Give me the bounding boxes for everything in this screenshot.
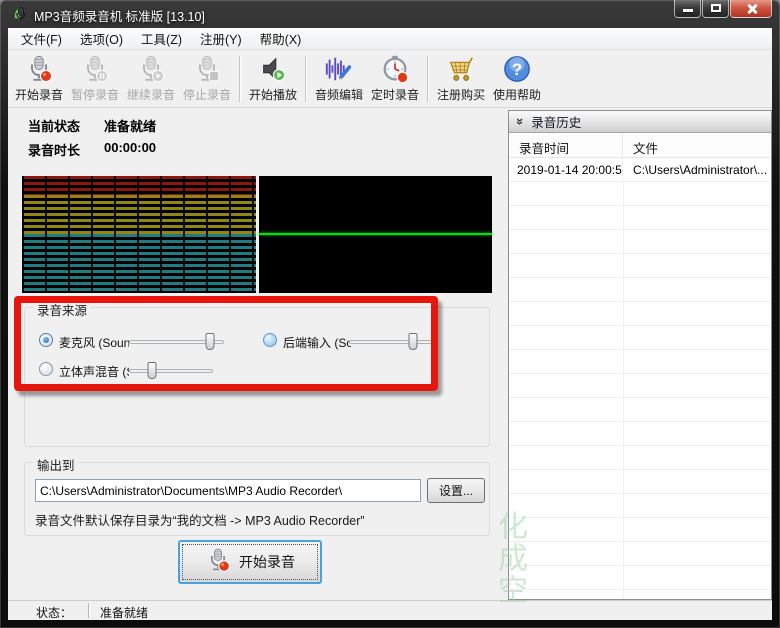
status-value: 准备就绪 bbox=[100, 604, 148, 620]
close-button[interactable] bbox=[730, 0, 772, 18]
stereo-mix-volume-slider[interactable] bbox=[129, 362, 213, 380]
radio-stereo-mix-label: 立体声混音 (S bbox=[59, 363, 129, 380]
mic-stop-icon bbox=[179, 54, 235, 86]
history-empty-grid bbox=[509, 182, 771, 599]
output-group-title: 输出到 bbox=[33, 455, 79, 474]
toolbar-label: 使用帮助 bbox=[489, 86, 545, 103]
spectrum-meter-display bbox=[22, 176, 256, 293]
menu-file[interactable]: 文件(F) bbox=[12, 28, 71, 50]
history-row[interactable]: 2019-01-14 20:00:56 C:\Users\Administrat… bbox=[509, 158, 771, 182]
waveform-display bbox=[259, 176, 492, 293]
toolbar-separator bbox=[427, 56, 429, 102]
close-icon bbox=[746, 3, 758, 15]
toolbar-start-playback[interactable]: 开始播放 bbox=[245, 54, 301, 103]
recording-history-panel: » 录音历史 录音时间 文件 2019-01-14 20:00:56 C:\Us… bbox=[508, 110, 772, 600]
app-mic-icon bbox=[12, 5, 29, 27]
focus-ring bbox=[183, 545, 317, 579]
client-area: 文件(F) 选项(O) 工具(Z) 注册(Y) 帮助(X) 开始录音 bbox=[8, 28, 772, 620]
record-time-value: 00:00:00 bbox=[104, 140, 156, 155]
radio-microphone[interactable] bbox=[39, 333, 53, 347]
output-group: 输出到 设置... 录音文件默认保存目录为“我的文档 -> MP3 Audio … bbox=[24, 462, 490, 536]
status-bar: 状态： 准备就绪 bbox=[8, 600, 772, 620]
slider-thumb[interactable] bbox=[147, 362, 156, 379]
menu-register[interactable]: 注册(Y) bbox=[191, 28, 251, 50]
column-record-time[interactable]: 录音时间 bbox=[509, 134, 623, 157]
title-bar[interactable]: MP3音频录音机 标准版 [13.10] bbox=[0, 0, 780, 28]
radio-rear-input[interactable] bbox=[263, 333, 277, 347]
start-record-button[interactable]: 开始录音 bbox=[178, 540, 322, 584]
waveform-baseline bbox=[259, 233, 492, 235]
output-path-input[interactable] bbox=[35, 479, 421, 502]
svg-text:?: ? bbox=[512, 60, 522, 79]
mic-record-icon bbox=[11, 54, 67, 86]
toolbar-label: 停止录音 bbox=[179, 86, 235, 103]
menu-bar: 文件(F) 选项(O) 工具(Z) 注册(Y) 帮助(X) bbox=[8, 28, 772, 50]
toolbar-separator bbox=[239, 56, 241, 102]
microphone-volume-slider[interactable] bbox=[129, 333, 224, 351]
toolbar-label: 暂停录音 bbox=[67, 86, 123, 103]
toolbar-label: 开始播放 bbox=[245, 86, 301, 103]
toolbar-label: 继续录音 bbox=[123, 86, 179, 103]
timer-record-icon bbox=[367, 54, 423, 86]
toolbar-resume-record[interactable]: 继续录音 bbox=[123, 54, 179, 103]
status-separator bbox=[88, 603, 90, 618]
toolbar-use-help[interactable]: ? 使用帮助 bbox=[489, 54, 545, 103]
recording-history-title: 录音历史 bbox=[531, 112, 581, 131]
toolbar-label: 开始录音 bbox=[11, 86, 67, 103]
toolbar-label: 注册购买 bbox=[433, 86, 489, 103]
toolbar: 开始录音 暂停录音 bbox=[8, 50, 772, 108]
maximize-icon bbox=[711, 4, 721, 12]
collapse-chevron-icon: » bbox=[514, 118, 527, 125]
app-window: MP3音频录音机 标准版 [13.10] 文件(F) 选项(O) 工具(Z) 注… bbox=[0, 0, 780, 628]
toolbar-label: 定时录音 bbox=[367, 86, 423, 103]
status-label: 状态： bbox=[36, 604, 72, 620]
column-file[interactable]: 文件 bbox=[623, 134, 658, 157]
record-time-label: 录音时长 bbox=[28, 140, 80, 159]
slider-thumb[interactable] bbox=[205, 333, 214, 350]
minimize-icon bbox=[683, 9, 693, 12]
cart-icon bbox=[433, 54, 489, 86]
speaker-play-icon bbox=[245, 54, 301, 86]
toolbar-register-buy[interactable]: 注册购买 bbox=[433, 54, 489, 103]
help-icon: ? bbox=[489, 54, 545, 86]
toolbar-pause-record[interactable]: 暂停录音 bbox=[67, 54, 123, 103]
radio-stereo-mix[interactable] bbox=[39, 362, 53, 376]
history-column-headers: 录音时间 文件 bbox=[509, 134, 771, 158]
recording-source-group-title: 录音来源 bbox=[33, 300, 91, 319]
mic-pause-icon bbox=[67, 54, 123, 86]
recording-history-header[interactable]: » 录音历史 bbox=[509, 111, 771, 133]
radio-rear-input-label: 后端输入 (Sou bbox=[283, 334, 351, 351]
waveform-edit-icon bbox=[311, 54, 367, 86]
toolbar-label: 音频编辑 bbox=[311, 86, 367, 103]
slider-thumb[interactable] bbox=[408, 333, 417, 350]
toolbar-stop-record[interactable]: 停止录音 bbox=[179, 54, 235, 103]
window-title: MP3音频录音机 标准版 [13.10] bbox=[34, 6, 205, 25]
menu-tools[interactable]: 工具(Z) bbox=[132, 28, 191, 50]
recording-source-group: 录音来源 麦克风 (Sounc 后端输入 (Sou 立体声混音 (S bbox=[24, 307, 490, 447]
toolbar-timer-record[interactable]: 定时录音 bbox=[367, 54, 423, 103]
toolbar-start-record[interactable]: 开始录音 bbox=[11, 54, 67, 103]
settings-button[interactable]: 设置... bbox=[427, 478, 485, 503]
history-row-time: 2019-01-14 20:00:56 bbox=[509, 158, 623, 181]
menu-options[interactable]: 选项(O) bbox=[71, 28, 132, 50]
current-state-value: 准备就绪 bbox=[104, 116, 156, 135]
default-save-note: 录音文件默认保存目录为“我的文档 -> MP3 Audio Recorder” bbox=[35, 510, 365, 529]
mic-resume-icon bbox=[123, 54, 179, 86]
toolbar-separator bbox=[305, 56, 307, 102]
current-state-label: 当前状态 bbox=[28, 116, 80, 135]
maximize-button[interactable] bbox=[702, 0, 729, 18]
history-row-file: C:\Users\Administrator\... bbox=[623, 158, 767, 181]
minimize-button[interactable] bbox=[674, 0, 701, 18]
menu-help[interactable]: 帮助(X) bbox=[251, 28, 311, 50]
toolbar-audio-edit[interactable]: 音频编辑 bbox=[311, 54, 367, 103]
radio-microphone-label: 麦克风 (Sounc bbox=[59, 334, 129, 351]
rear-input-volume-slider[interactable] bbox=[349, 333, 433, 351]
